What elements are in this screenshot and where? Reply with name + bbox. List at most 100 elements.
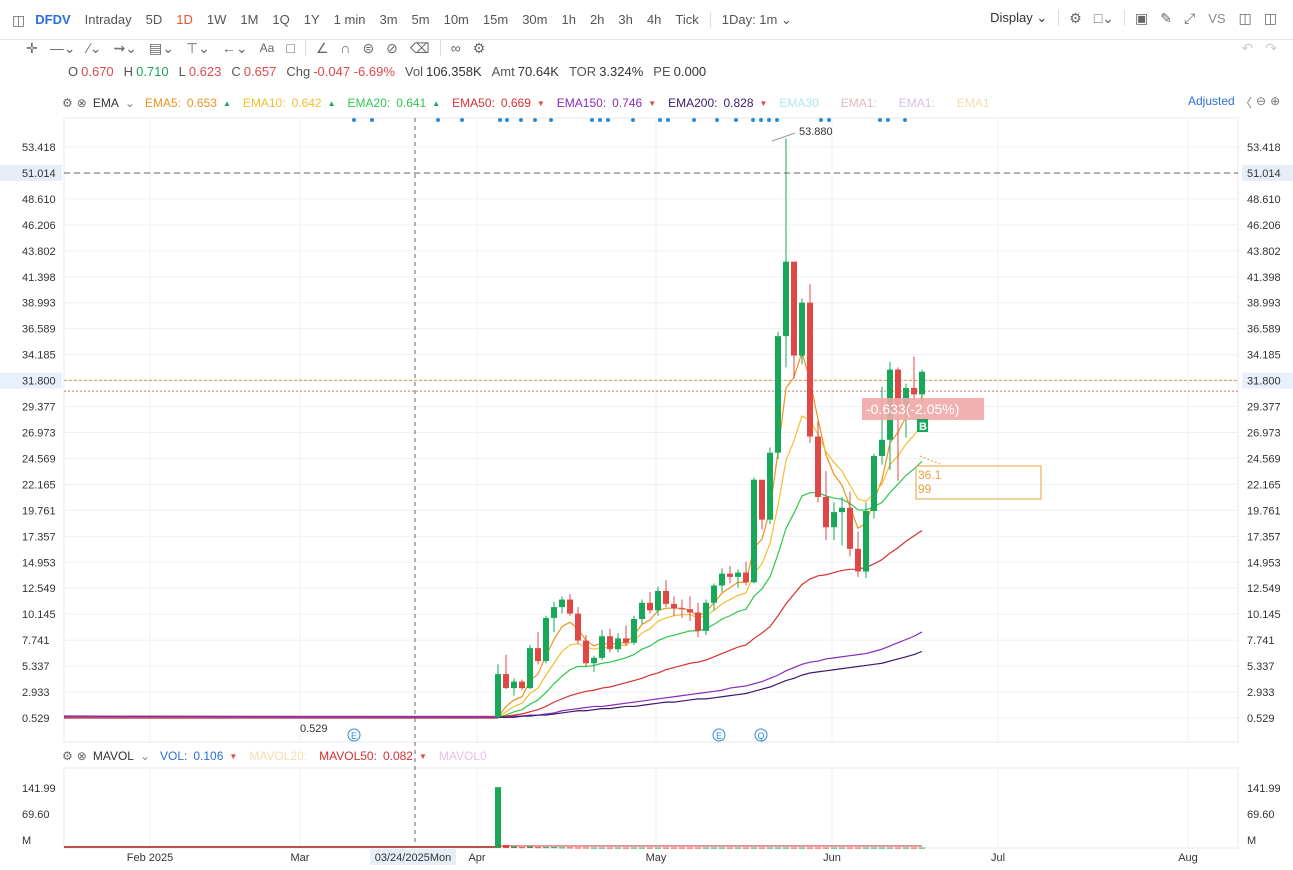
signal-dot [886,118,890,122]
candle-body [511,681,517,689]
volume-bar [831,847,837,849]
signal-dot [352,118,356,122]
signal-dot [460,118,464,122]
volume-bar [647,847,653,849]
signal-dot [666,118,670,122]
signal-dot [819,118,823,122]
signal-dot [533,118,537,122]
candle-body [751,479,757,583]
candle-body [719,573,725,586]
date-tick: Mar [291,852,310,864]
volume-bar [743,847,749,849]
candle-body [799,302,805,356]
tooltip-line: 99 [918,482,932,496]
candle-body [727,573,733,577]
volume-bar [567,847,573,849]
volume-bar [495,787,501,848]
date-tick: Feb 2025 [127,852,173,864]
volume-bar [551,847,557,849]
price-tick-right: 29.377 [1247,402,1281,414]
volume-bar [639,847,645,849]
volume-bar [607,847,613,849]
price-tick-right: 22.165 [1247,479,1281,491]
candle-body [839,507,845,513]
candle-body [599,636,605,658]
low-label: 0.529 [300,723,328,735]
price-tick-right: 14.953 [1247,557,1281,569]
signal-dot [631,118,635,122]
volume-bar [847,847,853,849]
price-tick-left: 7.741 [22,635,50,647]
candle-body [647,602,653,611]
volume-bar [887,847,893,849]
candle-body [543,617,549,662]
price-tick-left: 5.337 [22,661,50,673]
price-tick-right: 26.973 [1247,428,1281,440]
price-tick-left: 53.418 [22,142,56,154]
volume-pane-frame [63,767,1239,849]
signal-dot [658,118,662,122]
signal-dot [775,118,779,122]
volume-tick-right: 141.99 [1247,783,1281,795]
ema200-line [498,650,923,718]
volume-bar [775,847,781,849]
candle-body [871,455,877,512]
signal-dot [827,118,831,122]
candle-body [575,613,581,641]
candle-body [591,657,597,664]
signal-dot [590,118,594,122]
candle-body [815,436,821,497]
price-tick-right: 10.145 [1247,609,1281,621]
tooltip-line: 36.1 [918,468,942,482]
price-tick-left: 36.589 [22,324,56,336]
volume-bar [839,847,845,849]
signal-dot [734,118,738,122]
candle-body [679,608,685,610]
volume-bar [695,847,701,849]
price-tick-left: 14.953 [22,557,56,569]
signal-dot [878,118,882,122]
volume-bar [903,847,909,849]
price-chart[interactable]: 53.418 53.418 51.014 51.014 48.610 48.610 46.2… [0,0,1293,870]
candle-body [623,638,629,643]
volume-bar [719,847,725,849]
candle-body [767,452,773,520]
volume-bar [631,847,637,849]
price-tick-right: 43.802 [1247,246,1281,258]
candle-body [583,640,589,664]
candle-body [759,479,765,520]
price-tick-right: 0.529 [1247,713,1275,725]
price-tick-left: 0.529 [22,713,50,725]
signal-dot [767,118,771,122]
candle-body [791,261,797,356]
candle-body [567,599,573,614]
price-tick-right: 2.933 [1247,687,1275,699]
tooltip-leader [919,455,941,465]
candle-body [607,636,613,650]
price-tick-right: 38.993 [1247,298,1281,310]
volume-bar [711,847,717,849]
volume-tick-left: 69.60 [22,809,50,821]
price-tick-left: 31.800 [22,376,56,388]
volume-bar [879,847,885,849]
volume-bar [575,847,581,849]
price-tick-left: 29.377 [22,402,56,414]
volume-bar [615,847,621,849]
candle-body [535,648,541,662]
candle-body [863,511,869,572]
price-tick-right: 7.741 [1247,635,1275,647]
price-tick-left: 41.398 [22,272,56,284]
candle-body [911,387,917,395]
volume-bar [503,845,509,848]
candle-body [879,439,885,456]
trade-marker-label: B [919,421,927,433]
candle-body [559,599,565,608]
volume-bar [767,847,773,849]
volume-bar [823,847,829,849]
date-tick: Jun [823,852,841,864]
price-tick-left: 19.761 [22,505,56,517]
candle-body [783,261,789,337]
price-tick-right: 17.357 [1247,531,1281,543]
price-tick-left: 22.165 [22,479,56,491]
candle-body [711,585,717,603]
